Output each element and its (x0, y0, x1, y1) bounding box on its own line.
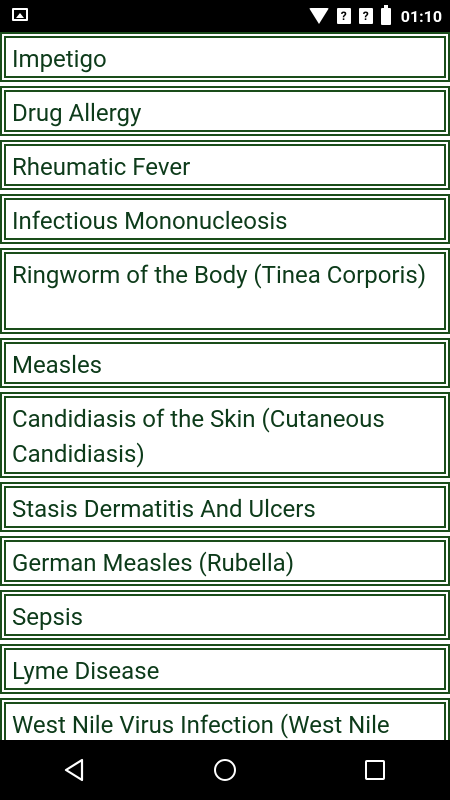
list-item-label: Ringworm of the Body (Tinea Corporis) (12, 261, 427, 289)
recent-apps-button[interactable] (357, 752, 393, 788)
list-item[interactable]: German Measles (Rubella) (0, 536, 450, 586)
list-item[interactable]: Candidiasis of the Skin (Cutaneous Candi… (0, 392, 450, 478)
list-item-label: Impetigo (12, 45, 107, 73)
recent-apps-icon (365, 760, 385, 780)
wifi-icon (308, 8, 329, 24)
status-bar: ? ? 01:10 (0, 0, 450, 32)
list-item-label: Infectious Mononucleosis (12, 207, 288, 235)
list-item[interactable]: Rheumatic Fever (0, 140, 450, 190)
home-icon (214, 759, 236, 781)
list-item[interactable]: Lyme Disease (0, 644, 450, 694)
home-button[interactable] (207, 752, 243, 788)
battery-icon (380, 4, 391, 25)
list-item-label: Stasis Dermatitis And Ulcers (12, 495, 316, 523)
list-item[interactable]: Stasis Dermatitis And Ulcers (0, 482, 450, 532)
list-item[interactable]: Drug Allergy (0, 86, 450, 136)
list-item-label: West Nile Virus Infection (West Nile (12, 711, 390, 739)
disease-list: Impetigo Drug Allergy Rheumatic Fever In… (0, 32, 450, 740)
list-item[interactable]: Infectious Mononucleosis (0, 194, 450, 244)
list-item-label: Rheumatic Fever (12, 153, 191, 181)
list-item-label: Sepsis (12, 603, 84, 631)
list-item-label: Lyme Disease (12, 657, 160, 685)
list-item-label: Drug Allergy (12, 99, 142, 127)
list-item[interactable]: Sepsis (0, 590, 450, 640)
list-item-label: Measles (12, 351, 103, 379)
unknown-signal-icon: ? (358, 8, 373, 24)
list-item-label: Candidiasis of the Skin (Cutaneous Candi… (12, 405, 385, 468)
back-icon (64, 758, 84, 782)
list-item[interactable]: Impetigo (0, 32, 450, 82)
status-icons: ? ? 01:10 (308, 0, 442, 32)
list-item[interactable]: West Nile Virus Infection (West Nile (0, 698, 450, 740)
back-button[interactable] (57, 752, 93, 788)
navigation-bar (0, 740, 450, 800)
unknown-signal-icon: ? (336, 8, 351, 24)
list-item[interactable]: Ringworm of the Body (Tinea Corporis) (0, 248, 450, 334)
list-item-label: German Measles (Rubella) (12, 549, 295, 577)
image-icon (12, 8, 28, 21)
clock: 01:10 (400, 6, 442, 26)
list-item[interactable]: Measles (0, 338, 450, 388)
